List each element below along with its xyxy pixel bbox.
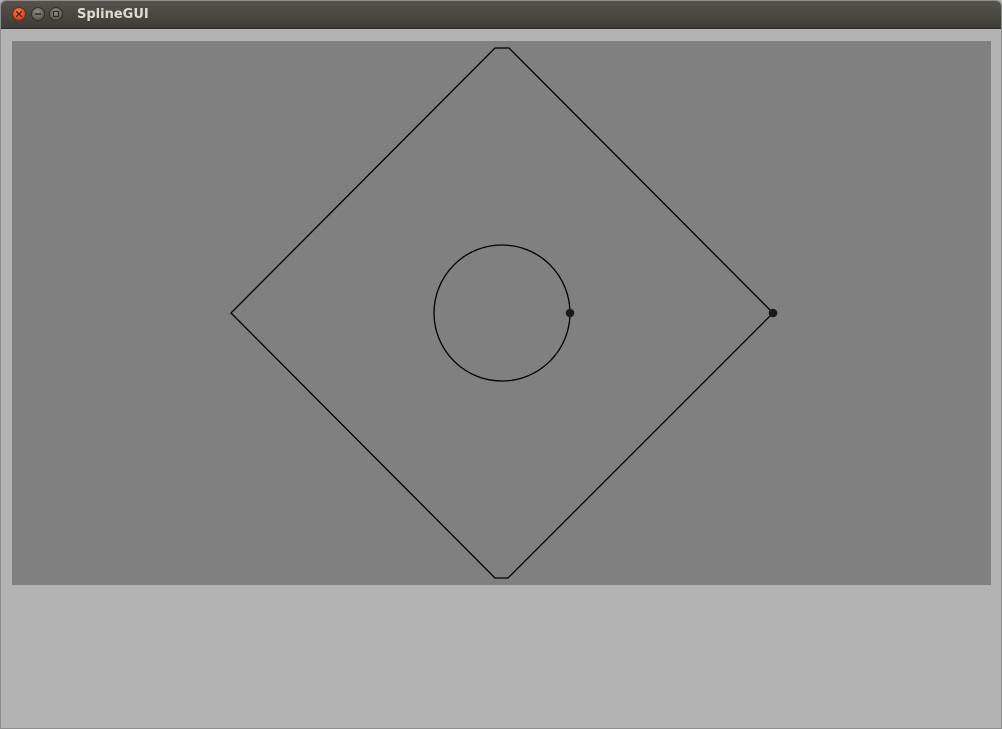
maximize-button[interactable] xyxy=(49,7,63,21)
spline-drawing xyxy=(230,47,778,579)
app-window: SplineGUI xyxy=(0,0,1002,729)
minimize-icon xyxy=(34,13,42,15)
close-button[interactable] xyxy=(12,7,26,21)
title-bar[interactable]: SplineGUI xyxy=(1,1,1001,29)
circle-spline-curve xyxy=(433,244,571,382)
diamond-spline-curve xyxy=(230,47,774,579)
maximize-icon xyxy=(52,10,60,18)
window-title: SplineGUI xyxy=(77,7,149,22)
minimize-button[interactable] xyxy=(31,7,45,21)
circle-control-point[interactable] xyxy=(565,308,575,318)
close-icon xyxy=(15,10,23,18)
spline-canvas[interactable] xyxy=(12,41,991,585)
diamond-control-point[interactable] xyxy=(768,308,778,318)
